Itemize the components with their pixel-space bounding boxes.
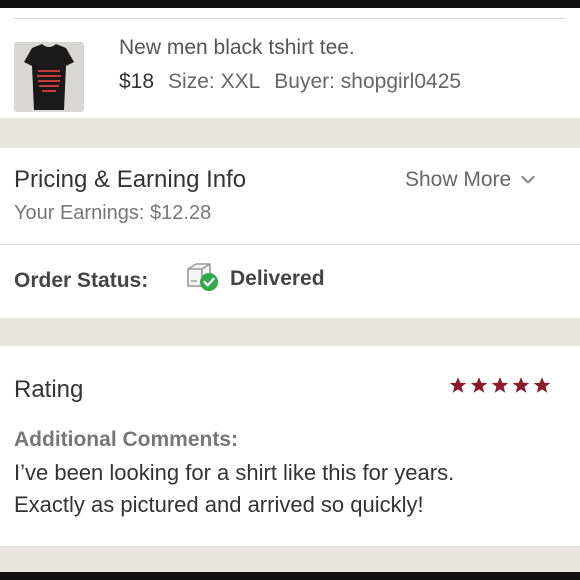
pricing-card: Pricing & Earning Info Your Earnings: $1… xyxy=(0,148,580,318)
star-rating xyxy=(449,376,551,394)
star-icon xyxy=(470,376,488,394)
top-bar xyxy=(0,0,580,8)
item-price: $18 xyxy=(119,70,155,93)
item-meta: $18 Size: XXL Buyer: shopgirl0425 xyxy=(119,70,461,94)
pricing-title: Pricing & Earning Info xyxy=(14,166,247,193)
star-icon xyxy=(512,376,530,394)
star-icon xyxy=(533,376,551,394)
earnings-text: Your Earnings: $12.28 xyxy=(14,202,212,224)
item-buyer[interactable]: Buyer: shopgirl0425 xyxy=(274,70,461,93)
divider xyxy=(0,244,580,245)
chevron-down-icon xyxy=(521,175,535,185)
star-icon xyxy=(491,376,509,394)
item-thumbnail[interactable] xyxy=(14,42,84,112)
rating-card: Rating Additional Comments: I’ve been lo… xyxy=(0,346,580,546)
rating-title: Rating xyxy=(14,376,84,403)
additional-comments-label: Additional Comments: xyxy=(14,428,238,451)
show-more-button[interactable]: Show More xyxy=(405,168,535,192)
item-title[interactable]: New men black tshirt tee. xyxy=(119,36,355,60)
item-summary-card: New men black tshirt tee. $18 Size: XXL Bu… xyxy=(0,8,580,118)
comment-text: Exactly as pictured and arrived so quick… xyxy=(14,492,424,517)
delivered-package-icon xyxy=(185,262,221,294)
comment-text: I’ve been looking for a shirt like this … xyxy=(14,460,455,485)
star-icon xyxy=(449,376,467,394)
bottom-bar xyxy=(0,572,580,580)
show-more-label: Show More xyxy=(405,168,512,191)
order-status-value: Delivered xyxy=(230,267,325,290)
divider xyxy=(14,18,566,19)
item-size: Size: XXL xyxy=(168,70,261,93)
order-status-label: Order Status: xyxy=(14,269,149,292)
